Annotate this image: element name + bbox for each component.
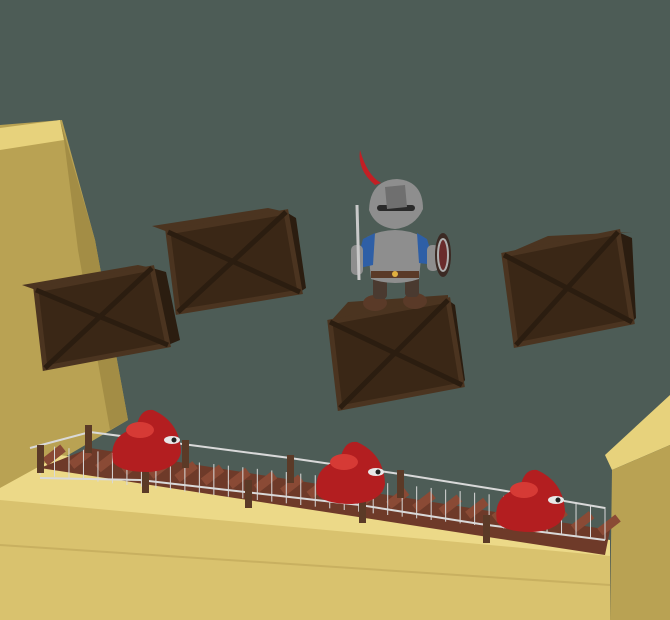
bridge-post xyxy=(397,470,404,498)
slime-highlight xyxy=(510,482,538,498)
slime-pupil xyxy=(375,469,381,475)
bridge-post xyxy=(245,480,252,508)
bridge-post xyxy=(287,455,294,483)
bridge-post xyxy=(37,445,44,473)
shield xyxy=(435,233,451,277)
slime-pupil xyxy=(171,437,177,443)
slime-pupil xyxy=(555,497,561,503)
slime-highlight xyxy=(126,422,154,438)
crate xyxy=(152,208,306,315)
bridge-post xyxy=(182,440,189,468)
bridge-post xyxy=(85,425,92,453)
bridge-post xyxy=(483,515,490,543)
slime-highlight xyxy=(330,454,358,470)
game-scene xyxy=(0,0,670,620)
